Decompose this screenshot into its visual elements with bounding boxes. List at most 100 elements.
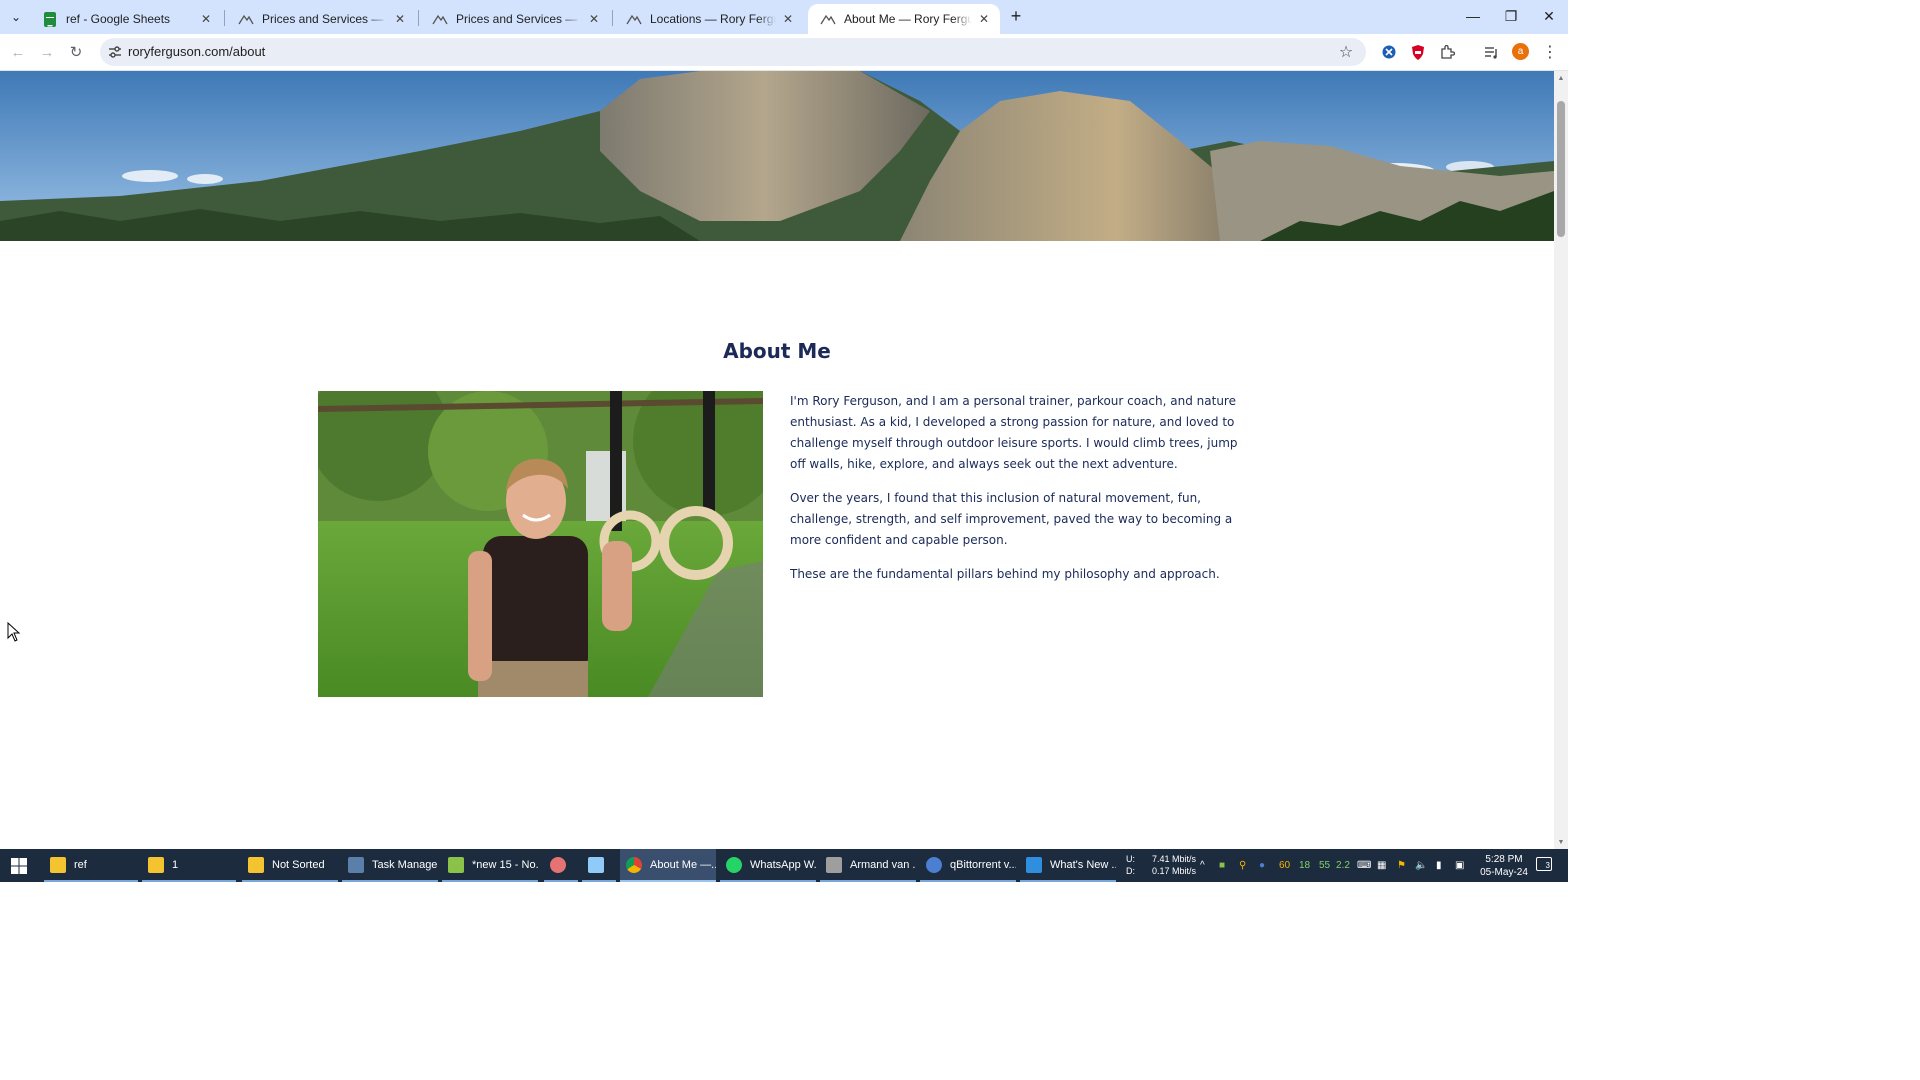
media-control-icon[interactable] xyxy=(1482,43,1500,61)
tab-separator xyxy=(612,10,613,26)
address-bar[interactable]: roryferguson.com/about ☆ xyxy=(100,38,1366,66)
taskbar-item-media-player[interactable]: Armand van ... xyxy=(820,849,916,882)
tray-number: 60 xyxy=(1279,859,1291,871)
chrome-icon xyxy=(626,856,642,873)
reload-button[interactable]: ↻ xyxy=(64,40,88,64)
close-window-button[interactable]: ✕ xyxy=(1530,0,1568,32)
reload-icon: ↻ xyxy=(69,44,83,61)
tab-title: Locations — Rory Ferguson - Parkour xyxy=(650,12,776,26)
taskbar-label: Task Manager xyxy=(372,858,438,871)
tab-locations[interactable]: Locations — Rory Ferguson - Parkour ✕ xyxy=(614,4,804,34)
whatsapp-icon xyxy=(726,856,742,873)
battery-icon[interactable]: ▮ xyxy=(1436,857,1442,873)
upload-speed: 7.41 Mbit/s xyxy=(1151,854,1196,864)
bio-paragraph: Over the years, I found that this inclus… xyxy=(790,491,1233,547)
back-icon: ← xyxy=(10,43,26,61)
mountain-banner-image xyxy=(0,71,1554,241)
menu-icon[interactable]: ⋮ xyxy=(1541,43,1559,61)
volume-icon[interactable]: 🔈 xyxy=(1415,857,1427,873)
tab-title: Prices and Services — Rory Ferguson xyxy=(262,12,388,26)
scroll-thumb[interactable] xyxy=(1557,101,1565,237)
tab-prices-and-services[interactable]: Prices and Services — Rory Ferguson ✕ xyxy=(226,4,416,34)
site-info-icon[interactable] xyxy=(106,43,124,61)
tab-title: ref - Google Sheets xyxy=(66,12,171,26)
taskbar-item-document[interactable] xyxy=(582,849,616,882)
tab-ref-google-sheets[interactable]: ref - Google Sheets ✕ xyxy=(30,4,222,34)
site-logo-icon xyxy=(626,11,642,27)
close-icon[interactable]: ✕ xyxy=(976,11,992,27)
task-manager-icon xyxy=(348,856,364,873)
site-logo-icon xyxy=(432,11,448,27)
taskbar-item-qbittorrent[interactable]: qBittorrent v... xyxy=(920,849,1016,882)
taskbar-item-ref[interactable]: ref xyxy=(44,849,138,882)
download-speed: 0.17 Mbit/s xyxy=(1151,866,1196,876)
close-icon[interactable]: ✕ xyxy=(780,11,796,27)
browser-toolbar: ← → ↻ roryferguson.com/about ☆ a ⋮ xyxy=(0,34,1568,71)
extension-shield-icon[interactable] xyxy=(1409,43,1427,61)
taskbar-label: Not Sorted xyxy=(272,858,325,871)
chevron-down-icon: ⌄ xyxy=(10,10,22,24)
extension-vpn-icon[interactable] xyxy=(1380,43,1398,61)
close-icon[interactable]: ✕ xyxy=(586,11,602,27)
tray-app-icon[interactable]: ● xyxy=(1259,857,1265,873)
scroll-up-icon[interactable]: ▲ xyxy=(1556,73,1566,83)
taskbar-label: ref xyxy=(74,858,87,871)
tray-app-icon[interactable]: ■ xyxy=(1219,857,1225,873)
clock-date: 05-May-24 xyxy=(1480,867,1528,878)
taskbar-label: WhatsApp W... xyxy=(750,858,816,871)
close-icon[interactable]: ✕ xyxy=(198,11,214,27)
google-sheets-icon xyxy=(42,11,58,27)
taskbar-item-1[interactable]: 1 xyxy=(142,849,236,882)
plus-icon: + xyxy=(1010,5,1022,26)
site-logo-icon xyxy=(238,11,254,27)
notification-center-icon[interactable]: 3 xyxy=(1536,857,1552,871)
search-tool-icon[interactable]: ⚲ xyxy=(1239,857,1246,873)
windows-logo-icon xyxy=(11,857,27,874)
tab-search-button[interactable]: ⌄ xyxy=(4,6,28,28)
start-button[interactable] xyxy=(0,849,38,882)
taskbar-item-whatsapp[interactable]: WhatsApp W... xyxy=(720,849,816,882)
clock-time: 5:28 PM xyxy=(1485,854,1523,865)
extension-icon[interactable] xyxy=(1438,43,1456,61)
bio-text: I'm Rory Ferguson, and I am a personal t… xyxy=(790,391,1250,598)
forward-button[interactable]: → xyxy=(35,40,59,64)
profile-avatar[interactable]: a xyxy=(1512,43,1529,60)
page-scrollbar[interactable]: ▲ ▼ xyxy=(1554,71,1568,849)
calendar-icon[interactable]: ▦ xyxy=(1377,857,1386,873)
taskbar-item-not-sorted[interactable]: Not Sorted xyxy=(242,849,338,882)
restore-button[interactable]: ❐ xyxy=(1492,0,1530,32)
tray-overflow-icon[interactable]: ^ xyxy=(1200,857,1205,873)
bookmark-star-icon[interactable]: ☆ xyxy=(1336,42,1356,62)
tab-strip: ⌄ ref - Google Sheets ✕ Prices and Servi… xyxy=(0,0,1568,34)
keyboard-icon[interactable]: ⌨ xyxy=(1357,857,1371,873)
close-icon[interactable]: ✕ xyxy=(392,11,408,27)
bio-paragraph: I'm Rory Ferguson, and I am a personal t… xyxy=(790,394,1238,471)
tray-flag-icon[interactable]: ⚑ xyxy=(1397,857,1406,873)
tab-about-me[interactable]: About Me — Rory Ferguson - Parkour ✕ xyxy=(808,4,1000,34)
profile-photo xyxy=(318,391,763,697)
back-button[interactable]: ← xyxy=(6,40,30,64)
qbittorrent-icon xyxy=(926,856,942,873)
bio-paragraph: These are the fundamental pillars behind… xyxy=(790,567,1220,581)
taskbar-item-chrome[interactable]: About Me —... xyxy=(620,849,716,882)
new-tab-button[interactable]: + xyxy=(1006,6,1026,26)
folder-icon xyxy=(248,856,264,873)
taskbar-label: *new 15 - No... xyxy=(472,858,538,871)
taskbar-item-vscode[interactable]: What's New ... xyxy=(1020,849,1116,882)
mouse-cursor-icon xyxy=(7,622,21,642)
notepad-plus-icon xyxy=(448,856,464,873)
system-clock[interactable]: 5:28 PM 05-May-24 xyxy=(1474,853,1534,879)
taskbar-item-task-manager[interactable]: Task Manager xyxy=(342,849,438,882)
network-meter: U: D: 7.41 Mbit/s 0.17 Mbit/s xyxy=(1126,853,1196,877)
minimize-button[interactable]: — xyxy=(1454,0,1492,32)
document-icon xyxy=(588,856,604,873)
network-icon[interactable]: ▣ xyxy=(1455,857,1464,873)
app-icon xyxy=(550,856,566,873)
tab-prices-and-services-2[interactable]: Prices and Services — Rory Ferguson ✕ xyxy=(420,4,610,34)
taskbar-item-notepad[interactable]: *new 15 - No... xyxy=(442,849,538,882)
upload-label: U: xyxy=(1126,854,1135,864)
scroll-down-icon[interactable]: ▼ xyxy=(1556,837,1566,847)
taskbar-item-app[interactable] xyxy=(544,849,578,882)
url-text[interactable]: roryferguson.com/about xyxy=(128,44,265,59)
tab-separator xyxy=(418,10,419,26)
